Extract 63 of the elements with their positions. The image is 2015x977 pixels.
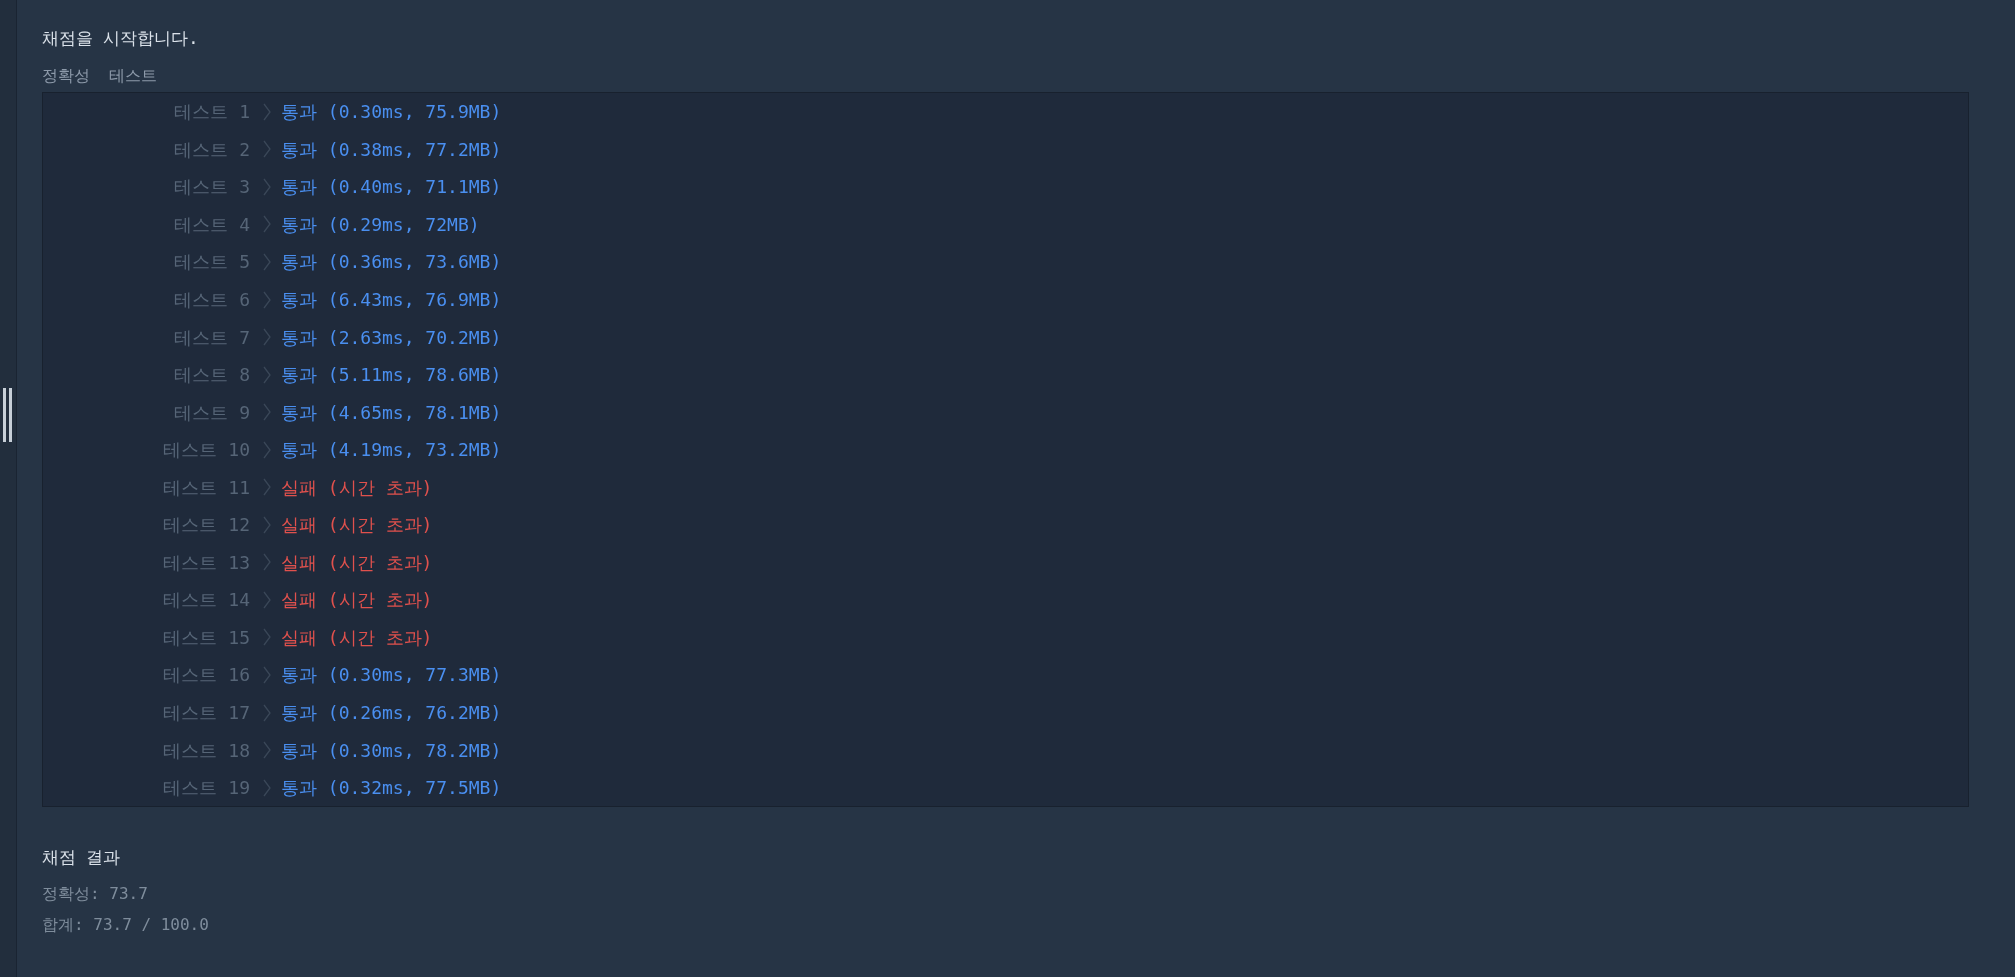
test-result: 통과 (0.40ms, 71.1MB) xyxy=(281,175,502,200)
test-label: 테스트 3 xyxy=(173,175,250,200)
test-result: 통과 (0.26ms, 76.2MB) xyxy=(281,701,502,725)
chevron-right-icon xyxy=(263,440,271,459)
test-label: 테스트 8 xyxy=(173,363,250,388)
summary-title: 채점 결과 xyxy=(42,846,122,870)
summary-line: 정확성: 73.7 xyxy=(42,883,149,906)
chevron-right-icon xyxy=(263,403,271,422)
chevron-right-icon xyxy=(263,252,271,271)
test-label: 테스트 9 xyxy=(173,400,250,425)
status-message: 채점을 시작합니다. xyxy=(42,27,200,50)
test-result: 실패 (시간 초과) xyxy=(281,513,433,538)
chevron-right-icon xyxy=(263,515,271,534)
test-label: 테스트 14 xyxy=(162,588,250,613)
chevron-right-icon xyxy=(263,628,271,647)
test-result: 통과 (0.30ms, 78.2MB) xyxy=(281,738,502,763)
test-result: 통과 (0.29ms, 72MB) xyxy=(281,212,480,237)
chevron-right-icon xyxy=(263,140,271,159)
test-label: 테스트 10 xyxy=(162,438,250,463)
test-label: 테스트 5 xyxy=(173,250,250,275)
chevron-right-icon xyxy=(263,778,271,797)
test-result: 통과 (0.32ms, 77.5MB) xyxy=(281,776,502,801)
chevron-right-icon xyxy=(263,328,271,347)
test-label: 테스트 7 xyxy=(173,325,250,350)
test-label: 테스트 12 xyxy=(162,513,250,538)
section-title: 정확성 테스트 xyxy=(42,65,159,87)
test-label: 테스트 17 xyxy=(162,701,250,725)
test-label: 테스트 11 xyxy=(162,475,250,500)
test-result: 통과 (0.30ms, 75.9MB) xyxy=(281,100,502,125)
test-result: 통과 (0.36ms, 73.6MB) xyxy=(281,250,502,275)
test-result: 통과 (2.63ms, 70.2MB) xyxy=(281,325,502,350)
test-label: 테스트 18 xyxy=(162,738,250,763)
chevron-right-icon xyxy=(263,102,271,121)
chevron-right-icon xyxy=(263,215,271,234)
chevron-right-icon xyxy=(263,478,271,497)
test-result: 통과 (4.19ms, 73.2MB) xyxy=(281,438,502,463)
test-label: 테스트 2 xyxy=(173,137,250,162)
chevron-right-icon xyxy=(263,590,271,609)
chevron-right-icon xyxy=(263,365,271,384)
test-result: 통과 (4.65ms, 78.1MB) xyxy=(281,400,502,425)
test-label: 테스트 13 xyxy=(162,550,250,575)
test-label: 테스트 4 xyxy=(173,212,250,237)
test-result: 실패 (시간 초과) xyxy=(281,588,433,613)
chevron-right-icon xyxy=(263,665,271,684)
test-result: 실패 (시간 초과) xyxy=(281,475,433,500)
test-label: 테스트 6 xyxy=(173,288,250,312)
test-result: 실패 (시간 초과) xyxy=(281,550,433,575)
resize-handle-icon[interactable] xyxy=(3,388,12,442)
chevron-right-icon xyxy=(263,553,271,572)
test-label: 테스트 16 xyxy=(162,663,250,688)
test-result: 통과 (0.30ms, 77.3MB) xyxy=(281,663,502,688)
test-result: 통과 (6.43ms, 76.9MB) xyxy=(281,288,502,312)
chevron-right-icon xyxy=(263,741,271,760)
test-result: 실패 (시간 초과) xyxy=(281,625,433,650)
summary-line: 합계: 73.7 / 100.0 xyxy=(42,914,210,937)
test-result: 통과 (5.11ms, 78.6MB) xyxy=(281,363,502,388)
test-result: 통과 (0.38ms, 77.2MB) xyxy=(281,137,502,162)
chevron-right-icon xyxy=(263,177,271,196)
test-label: 테스트 19 xyxy=(162,776,250,801)
chevron-right-icon xyxy=(263,290,271,309)
chevron-right-icon xyxy=(263,703,271,722)
test-label: 테스트 1 xyxy=(173,100,250,125)
test-label: 테스트 15 xyxy=(162,625,250,650)
